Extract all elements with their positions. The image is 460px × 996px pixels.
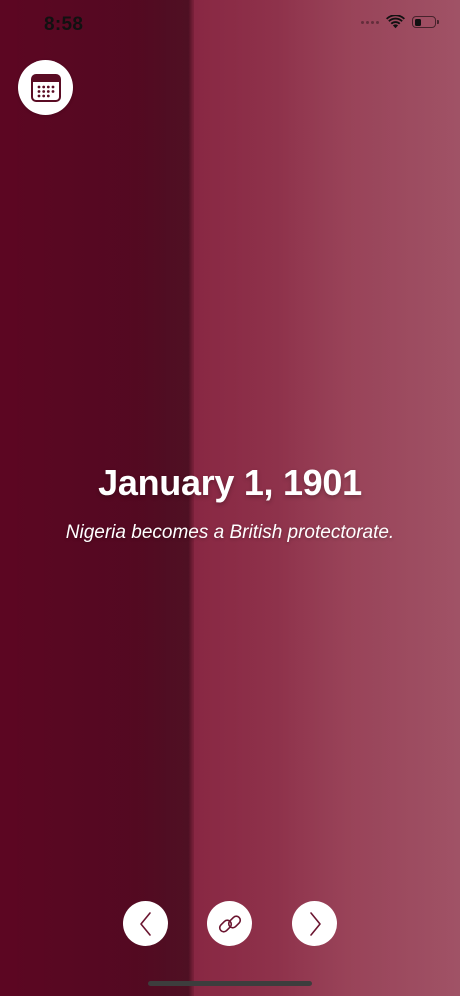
chevron-left-icon <box>139 911 151 936</box>
share-link-button[interactable] <box>207 901 252 946</box>
previous-button[interactable] <box>123 901 168 946</box>
event-description: Nigeria becomes a British protectorate. <box>65 522 395 543</box>
cellular-signal-icon <box>361 20 379 24</box>
calendar-icon <box>30 73 61 102</box>
status-time: 8:58 <box>44 14 84 35</box>
battery-icon <box>412 16 439 28</box>
status-indicators <box>361 15 439 29</box>
chevron-right-icon <box>309 911 321 936</box>
next-button[interactable] <box>292 901 337 946</box>
link-icon <box>218 914 241 933</box>
wifi-icon <box>386 15 405 29</box>
event-date: January 1, 1901 <box>98 462 362 503</box>
home-indicator[interactable] <box>148 981 312 986</box>
battery-level <box>414 18 421 26</box>
event-content: January 1, 1901 Nigeria becomes a Britis… <box>0 462 460 544</box>
status-bar: 8:58 <box>0 0 460 50</box>
calendar-button[interactable] <box>18 60 73 115</box>
